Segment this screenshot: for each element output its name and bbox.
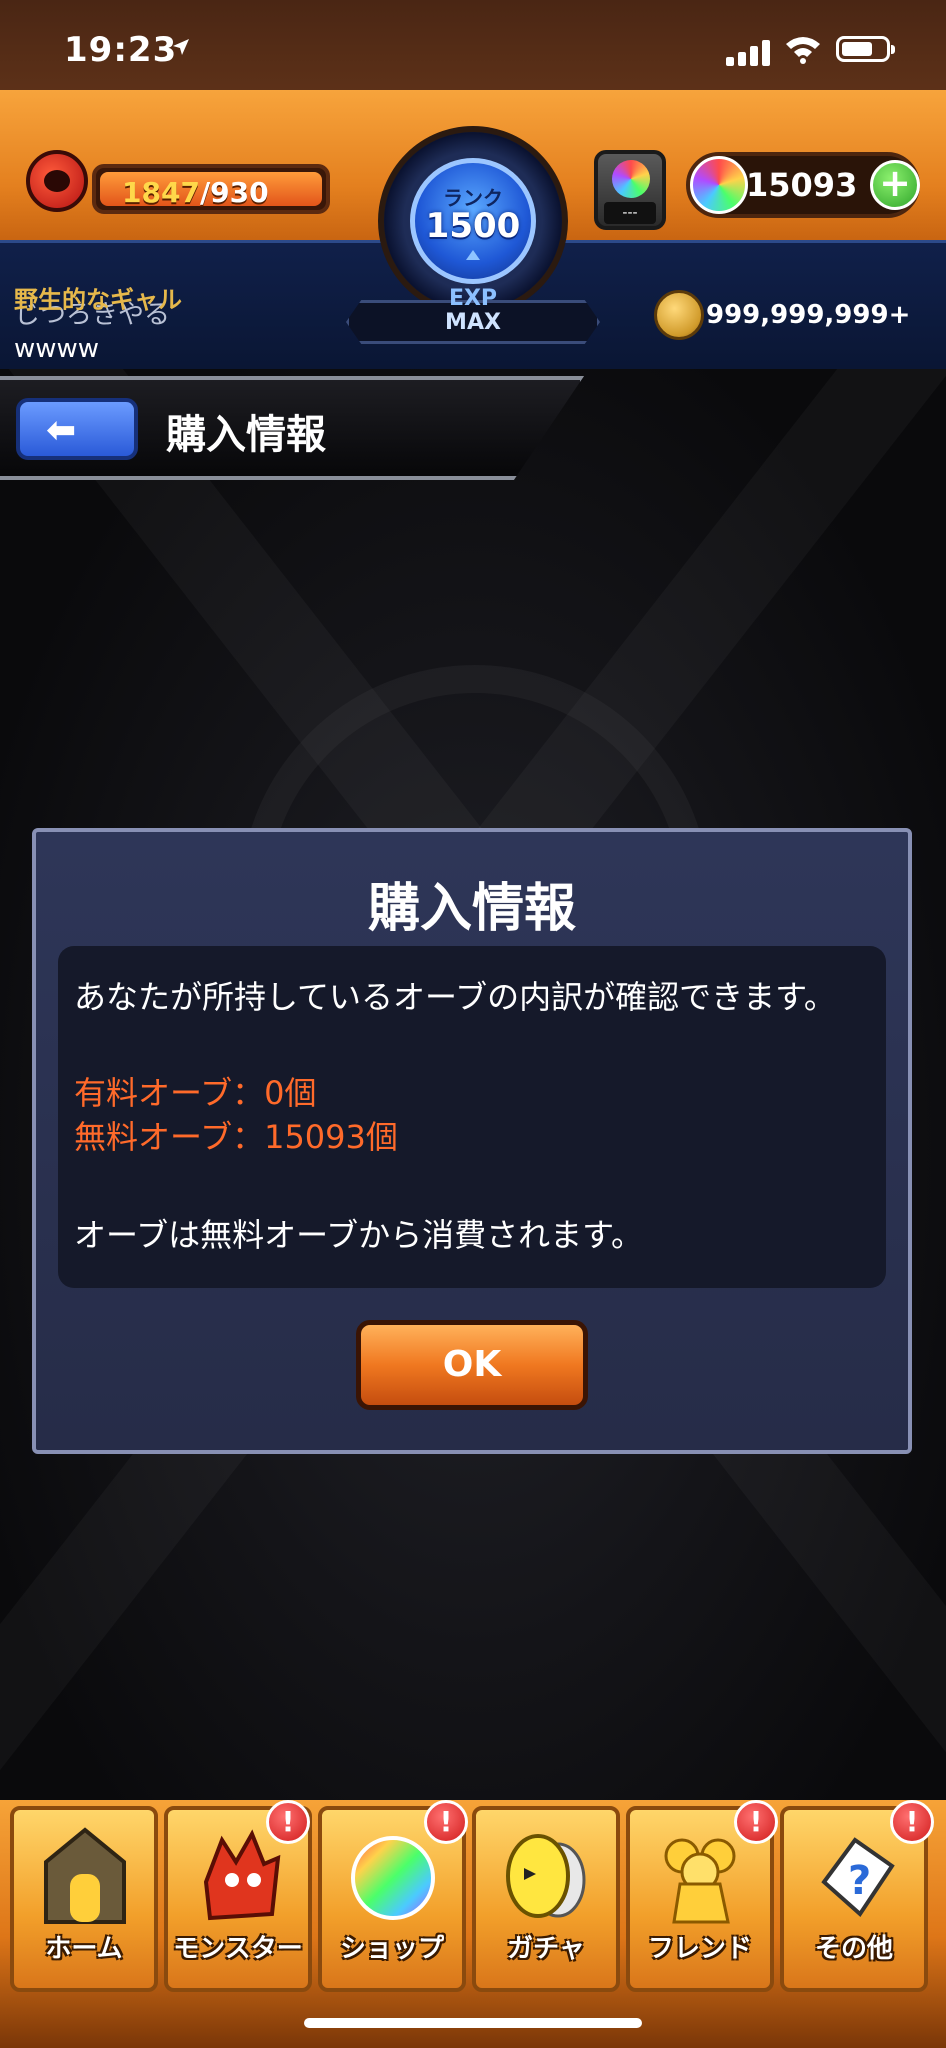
player-comment: wwww [14, 334, 100, 364]
stamina-current: 1847 [122, 176, 200, 209]
tab-other-badge: ! [890, 1800, 934, 1844]
tab-monster-label: モンスター [173, 1934, 303, 1964]
egg-icon [506, 1834, 586, 1918]
home-indicator[interactable] [304, 2018, 642, 2028]
cellular-signal-icon [726, 38, 770, 66]
tab-gacha[interactable]: ガチャ [472, 1806, 620, 1992]
orb-count: 15093 [746, 166, 858, 204]
dialog-note: オーブは無料オーブから消費されます。 [74, 1216, 643, 1254]
stamina-max: /930 [199, 176, 269, 209]
ok-button[interactable]: OK [356, 1320, 588, 1410]
paid-orbs-line: 有料オーブ：0個 [74, 1074, 317, 1112]
back-arrow-icon: ⬅ [46, 410, 77, 451]
tab-home[interactable]: ホーム [10, 1806, 158, 1992]
back-button[interactable]: ⬅ [16, 398, 138, 460]
item-slot: --- [604, 202, 656, 224]
question-icon: ? [821, 1837, 895, 1918]
battery-icon [836, 36, 895, 62]
status-bar: 19:23 [0, 0, 946, 92]
buy-orbs-button[interactable]: + [870, 160, 920, 210]
stamina-value: 1847/930 [122, 176, 269, 209]
tab-gacha-label: ガチャ [507, 1934, 585, 1964]
coin-icon [654, 290, 704, 340]
orb-icon [351, 1836, 435, 1920]
exp-value: MAX [445, 310, 501, 335]
tab-monster-badge: ! [266, 1800, 310, 1844]
tab-other-label: その他 [814, 1934, 893, 1964]
tab-shop-label: ショップ [339, 1934, 444, 1964]
location-arrow-icon [173, 39, 189, 55]
exp-label: EXP [448, 286, 498, 311]
free-orbs-line: 無料オーブ：15093個 [74, 1118, 398, 1156]
player-title: 野生的なギャル [14, 286, 182, 314]
tab-home-label: ホーム [45, 1934, 123, 1964]
item-box[interactable]: --- [594, 150, 666, 230]
status-time: 19:23 [64, 30, 178, 70]
wifi-icon [786, 37, 820, 64]
orb-icon [690, 156, 748, 214]
stamina-icon [26, 150, 88, 212]
tab-friend-label: フレンド [647, 1934, 752, 1964]
tab-shop-badge: ! [424, 1800, 468, 1844]
svg-text:?: ? [848, 1858, 871, 1904]
tab-friend-badge: ! [734, 1800, 778, 1844]
dialog-title: 購入情報 [367, 879, 576, 939]
rank-value: 1500 [425, 206, 521, 246]
dialog-description: あなたが所持しているオーブの内訳が確認できます。 [74, 978, 836, 1016]
item-gem-icon [612, 160, 650, 198]
friends-icon [664, 1838, 736, 1924]
home-icon [44, 1827, 126, 1924]
coin-count: 999,999,999+ [706, 300, 911, 330]
page-title: 購入情報 [166, 412, 326, 458]
rank-up-arrow-icon [466, 250, 480, 260]
